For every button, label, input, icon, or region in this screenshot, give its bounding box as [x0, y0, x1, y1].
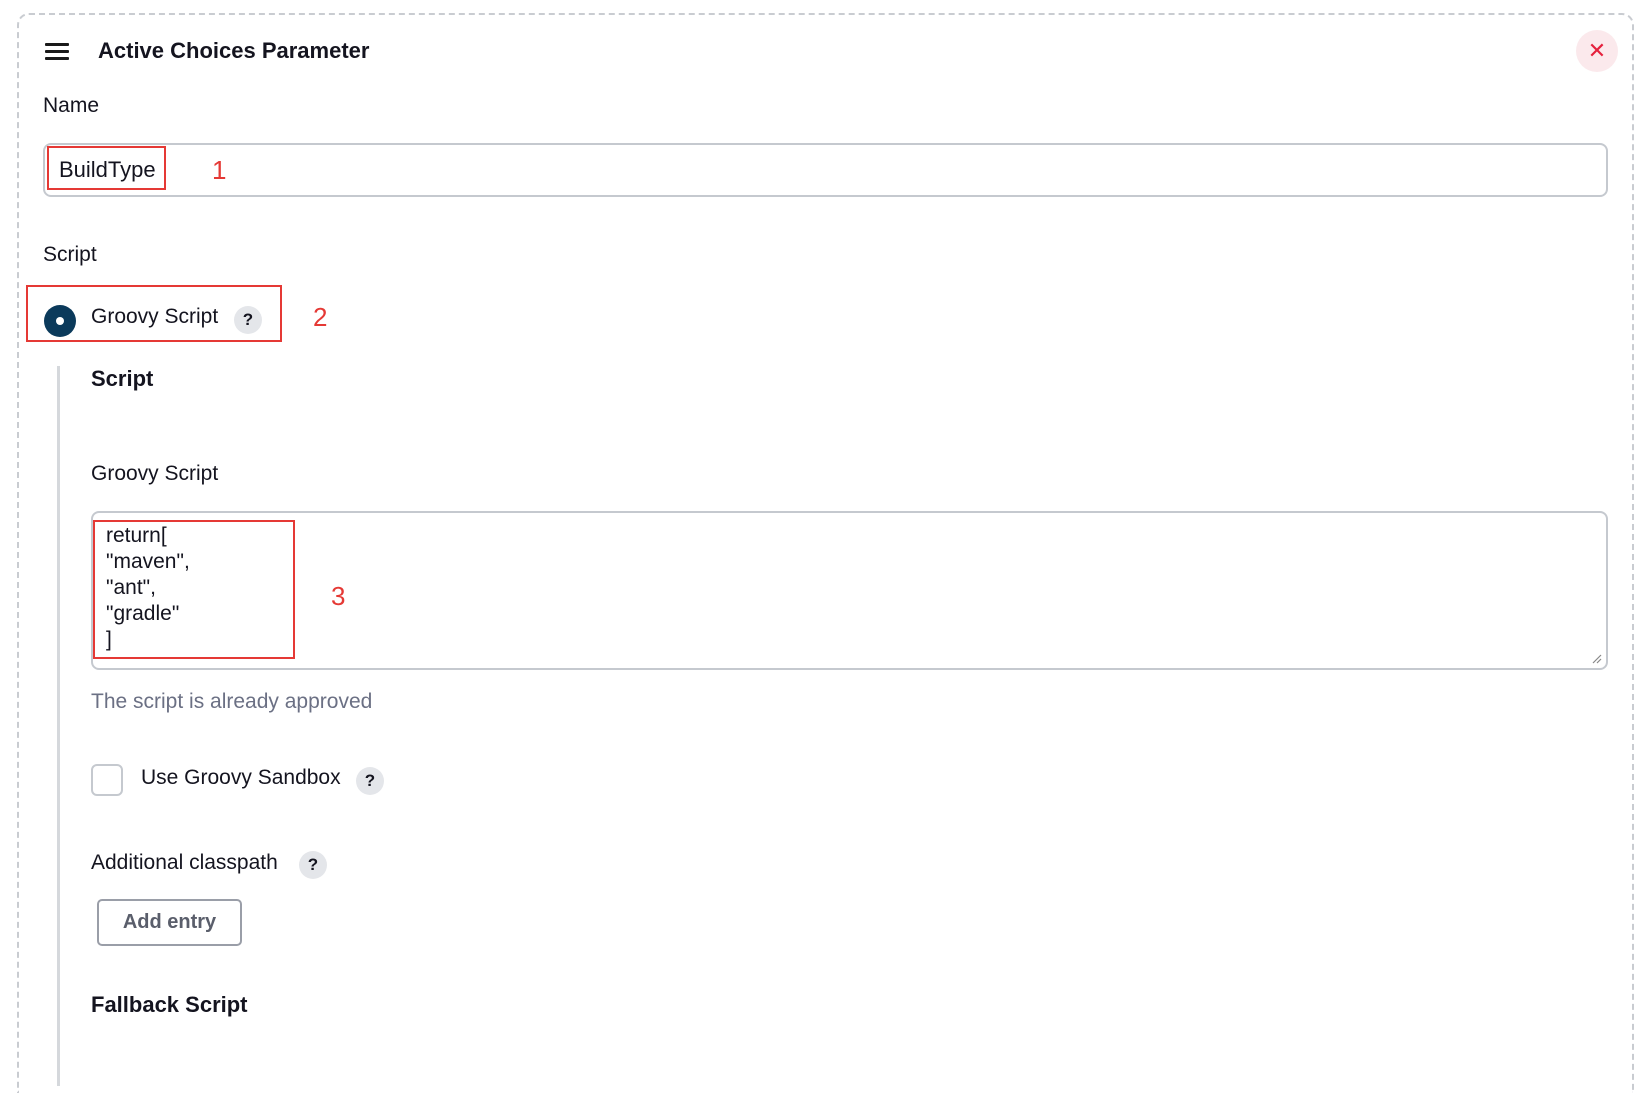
- groovy-script-field-label: Groovy Script: [91, 462, 219, 485]
- additional-classpath-label: Additional classpath: [91, 851, 278, 874]
- annotation-marker-3: 3: [331, 581, 346, 611]
- annotation-marker-2: 2: [313, 302, 328, 332]
- annotation-box-3: [93, 520, 295, 659]
- annotation-box-2: [26, 285, 282, 342]
- classpath-help-icon[interactable]: ?: [299, 851, 327, 879]
- resize-handle-icon[interactable]: [1592, 654, 1602, 664]
- groovy-sandbox-help-icon[interactable]: ?: [356, 767, 384, 795]
- groovy-sandbox-checkbox[interactable]: [91, 764, 123, 796]
- script-label: Script: [43, 243, 97, 266]
- panel-title: Active Choices Parameter: [98, 38, 370, 63]
- annotation-marker-1: 1: [212, 155, 227, 185]
- close-icon: ✕: [1587, 38, 1607, 63]
- script-heading: Script: [91, 366, 154, 391]
- name-input[interactable]: [43, 143, 1608, 197]
- annotation-box-1: [47, 146, 166, 190]
- name-label: Name: [43, 94, 100, 117]
- groovy-sandbox-label[interactable]: Use Groovy Sandbox: [141, 766, 341, 790]
- add-entry-button[interactable]: Add entry: [97, 899, 242, 946]
- hamburger-menu-icon[interactable]: [45, 43, 69, 60]
- nested-section-divider: [57, 366, 60, 1086]
- script-approval-status: The script is already approved: [91, 690, 373, 713]
- fallback-script-heading: Fallback Script: [91, 992, 248, 1017]
- close-button[interactable]: ✕: [1576, 30, 1618, 72]
- groovy-script-textarea[interactable]: [91, 511, 1608, 670]
